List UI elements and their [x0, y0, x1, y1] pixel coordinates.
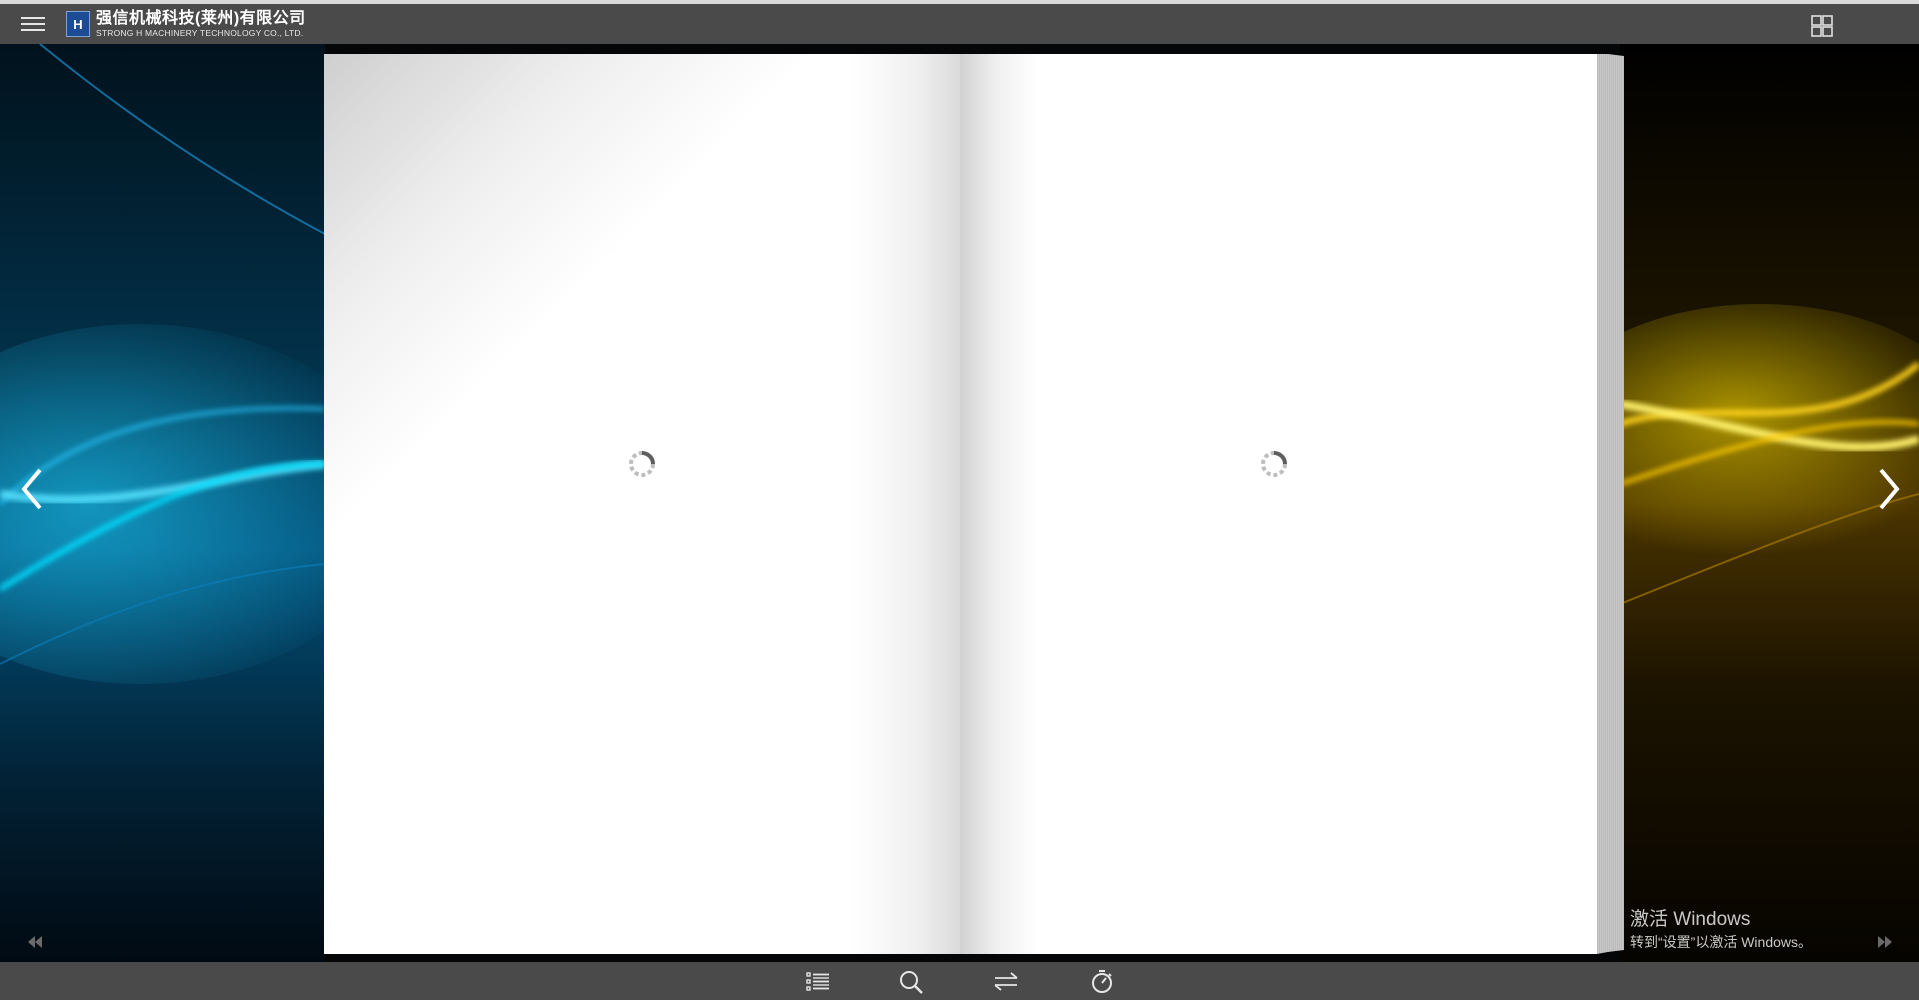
right-page[interactable]: [960, 54, 1597, 954]
reader-stage: 激活 Windows 转到“设置”以激活 Windows。: [0, 44, 1919, 962]
hamburger-menu-icon[interactable]: [21, 13, 45, 35]
background-left-glow: [0, 44, 325, 962]
windows-activation-watermark: 激活 Windows 转到“设置”以激活 Windows。: [1630, 908, 1812, 952]
flipbook[interactable]: [324, 54, 1624, 954]
page-stack-edge: [1597, 54, 1624, 954]
loading-spinner-icon: [629, 451, 655, 477]
list-icon[interactable]: [804, 968, 832, 996]
logo-mark: H: [66, 11, 90, 37]
chevron-right-icon[interactable]: [1873, 464, 1903, 514]
loading-spinner-icon: [1261, 451, 1287, 477]
search-icon[interactable]: [897, 968, 925, 996]
company-logo[interactable]: H 强信机械科技(莱州)有限公司 STRONG H MACHINERY TECH…: [66, 10, 306, 38]
double-chevron-right-icon[interactable]: [1875, 932, 1895, 952]
double-chevron-left-icon[interactable]: [25, 932, 45, 952]
watermark-subtitle: 转到“设置”以激活 Windows。: [1630, 934, 1813, 950]
right-page-gutter-shadow: [960, 54, 1040, 954]
watermark-title: 激活 Windows: [1630, 909, 1751, 930]
grid-thumbnails-icon[interactable]: [1810, 14, 1834, 38]
swap-arrows-icon[interactable]: [992, 968, 1020, 996]
left-page[interactable]: [324, 54, 960, 954]
logo-text: 强信机械科技(莱州)有限公司 STRONG H MACHINERY TECHNO…: [96, 10, 306, 38]
company-name-en: STRONG H MACHINERY TECHNOLOGY CO., LTD.: [96, 28, 304, 38]
company-name-cn: 强信机械科技(莱州)有限公司: [96, 10, 306, 27]
stopwatch-icon[interactable]: [1088, 968, 1116, 996]
left-page-gutter-shadow: [850, 54, 960, 954]
bottom-toolbar: [0, 962, 1919, 1000]
top-bar: H 强信机械科技(莱州)有限公司 STRONG H MACHINERY TECH…: [0, 0, 1919, 44]
chevron-left-icon[interactable]: [18, 464, 48, 514]
